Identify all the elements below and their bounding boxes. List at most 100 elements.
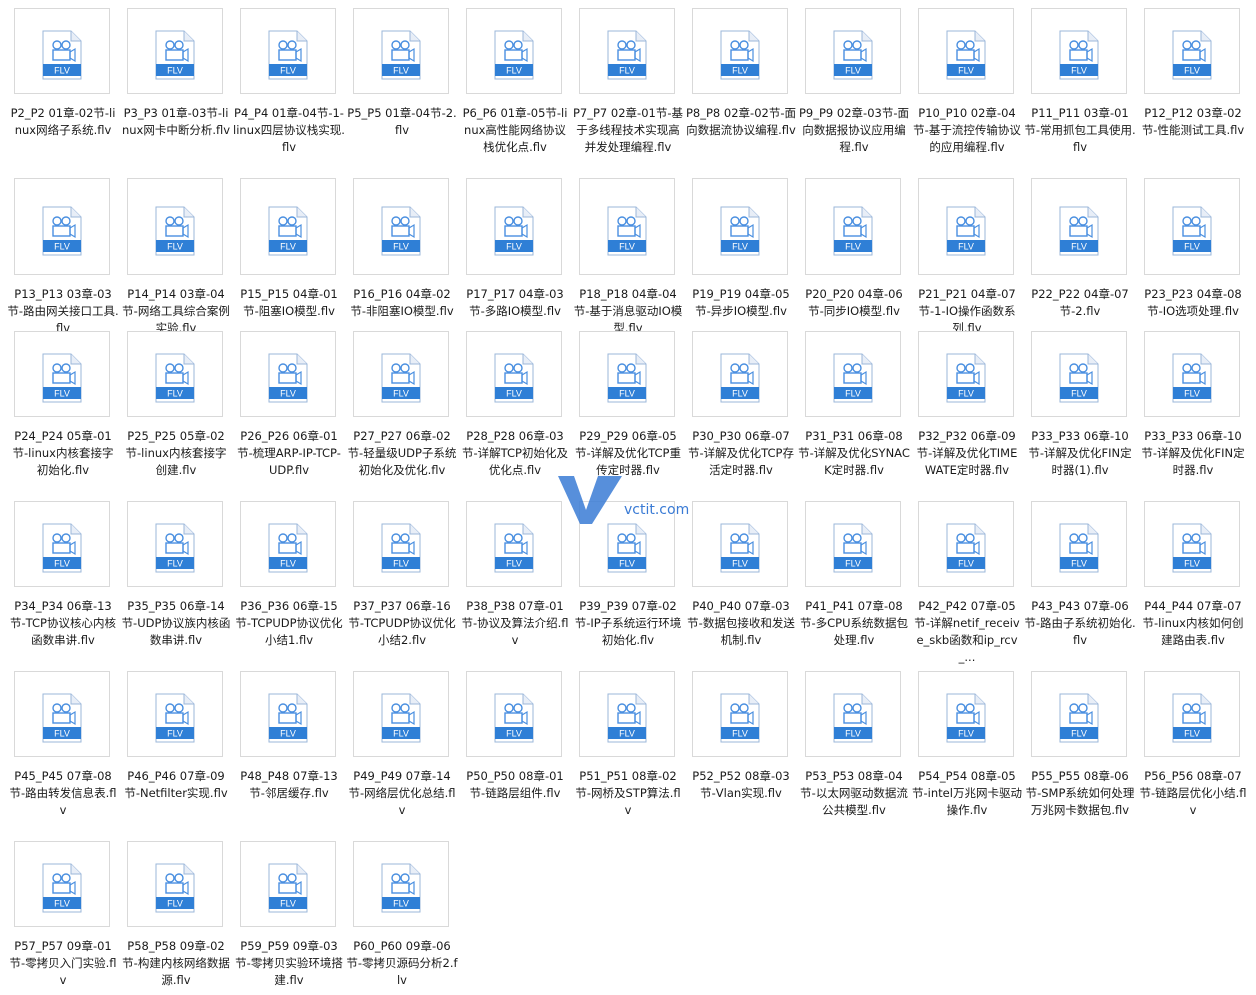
file-item[interactable]: FLV P33_P33 06章-10节-详解及优化FIN定时器(1).flv bbox=[1028, 331, 1132, 477]
file-item[interactable]: FLV P27_P27 06章-02节-轻量级UDP子系统初始化及优化.flv bbox=[348, 331, 456, 477]
flv-label: FLV bbox=[54, 559, 70, 569]
file-item[interactable]: FLV P25_P25 05章-02节-linux内核套接字创建.flv bbox=[126, 331, 226, 477]
file-item[interactable]: FLV P46_P46 07章-09节-Netfilter实现.flv bbox=[124, 671, 228, 800]
file-item[interactable]: FLV P38_P38 07章-01节-协议及算法介绍.flv bbox=[461, 501, 569, 647]
file-item[interactable]: FLV P58_P58 09章-02节-构建内核网络数据源.flv bbox=[122, 841, 230, 987]
file-item[interactable]: FLV P44_P44 07章-07节-linux内核如何创建路由表.flv bbox=[1143, 501, 1243, 647]
file-item[interactable]: FLV P52_P52 08章-03节-Vlan实现.flv bbox=[692, 671, 790, 800]
file-item[interactable]: FLV P28_P28 06章-03节-详解TCP初始化及优化点.flv bbox=[462, 331, 568, 477]
file-item[interactable]: FLV P51_P51 08章-02节-网桥及STP算法.flv bbox=[575, 671, 681, 817]
flv-label: FLV bbox=[54, 389, 70, 399]
flv-label: FLV bbox=[393, 559, 409, 569]
file-item[interactable]: FLV P22_P22 04章-07节-2.flv bbox=[1031, 178, 1129, 318]
file-name: P8_P8 02章-02节-面向数据流协议编程.flv bbox=[686, 106, 796, 137]
file-item[interactable]: FLV P43_P43 07章-06节-路由子系统初始化.flv bbox=[1024, 501, 1136, 647]
file-item[interactable]: FLV P40_P40 07章-03节-数据包接收和发送机制.flv bbox=[687, 501, 795, 647]
flv-label: FLV bbox=[280, 241, 296, 251]
file-item[interactable]: FLV P41_P41 07章-08节-多CPU系统数据包处理.flv bbox=[800, 501, 908, 647]
flv-label: FLV bbox=[732, 66, 748, 76]
flv-file-icon: FLV bbox=[720, 206, 760, 255]
file-name: P19_P19 04章-05节-异步IO模型.flv bbox=[692, 287, 790, 318]
file-item[interactable]: FLV P55_P55 08章-06节-SMP系统如何处理万兆网卡数据包.flv bbox=[1026, 671, 1134, 817]
file-item[interactable]: FLV P9_P9 02章-03节-面向数据报协议应用编程.flv bbox=[799, 8, 909, 154]
flv-label: FLV bbox=[167, 241, 183, 251]
file-item[interactable]: FLV P35_P35 06章-14节-UDP协议族内核函数串讲.flv bbox=[122, 501, 230, 647]
file-item[interactable]: FLV P49_P49 07章-14节-网络层优化总结.flv bbox=[348, 671, 456, 817]
file-name: P42_P42 07章-05节-详解netif_receive_skb函数和ip… bbox=[914, 599, 1020, 664]
flv-file-icon: FLV bbox=[155, 523, 195, 573]
file-item[interactable]: FLV P23_P23 04章-08节-IO选项处理.flv bbox=[1144, 178, 1242, 318]
flv-file-icon: FLV bbox=[607, 693, 647, 743]
file-item[interactable]: FLV P13_P13 03章-03节-路由网关接口工具.flv bbox=[7, 178, 119, 335]
flv-file-icon: FLV bbox=[946, 693, 986, 743]
file-item[interactable]: FLV P3_P3 01章-03节-linux网卡中断分析.flv bbox=[122, 8, 230, 137]
file-grid: FLV P2_P2 01章-02节-linux网络子系统.flv FLV P3_P3 … bbox=[0, 0, 1256, 995]
flv-label: FLV bbox=[280, 899, 296, 909]
file-name: P58_P58 09章-02节-构建内核网络数据源.flv bbox=[122, 939, 230, 987]
file-item[interactable]: FLV P19_P19 04章-05节-异步IO模型.flv bbox=[692, 178, 790, 318]
file-item[interactable]: FLV P32_P32 06章-09节-详解及优化TIMEWATE定时器.flv bbox=[917, 331, 1017, 477]
file-item[interactable]: FLV P2_P2 01章-02节-linux网络子系统.flv bbox=[11, 8, 115, 137]
file-item[interactable]: FLV P45_P45 07章-08节-路由转发信息表.flv bbox=[9, 671, 117, 817]
file-item[interactable]: FLV P33_P33 06章-10节-详解及优化FIN定时器.flv bbox=[1141, 331, 1245, 477]
file-item[interactable]: FLV P11_P11 03章-01节-常用抓包工具使用.flv bbox=[1024, 8, 1136, 154]
file-item[interactable]: FLV P34_P34 06章-13节-TCP协议核心内核函数串讲.flv bbox=[10, 501, 116, 647]
flv-file-icon: FLV bbox=[1059, 206, 1099, 255]
file-name: P43_P43 07章-06节-路由子系统初始化.flv bbox=[1024, 599, 1136, 647]
flv-file-icon: FLV bbox=[494, 353, 534, 403]
file-item[interactable]: FLV P37_P37 06章-16节-TCPUDP协议优化小结2.flv bbox=[348, 501, 456, 647]
file-item[interactable]: FLV P39_P39 07章-02节-IP子系统运行环境初始化.flv bbox=[575, 501, 681, 647]
file-item[interactable]: FLV P50_P50 08章-01节-链路层组件.flv bbox=[466, 671, 564, 800]
file-item[interactable]: FLV P5_P5 01章-04节-2.flv bbox=[347, 8, 457, 137]
file-item[interactable]: FLV P7_P7 02章-01节-基于多线程技术实现高并发处理编程.flv bbox=[573, 8, 683, 154]
file-item[interactable]: FLV P48_P48 07章-13节-邻居缓存.flv bbox=[240, 671, 338, 800]
file-item[interactable]: FLV P17_P17 04章-03节-多路IO模型.flv bbox=[466, 178, 564, 318]
flv-file-icon: FLV bbox=[42, 353, 82, 403]
file-item[interactable]: FLV P10_P10 02章-04节-基于流控传输协议的应用编程.flv bbox=[913, 8, 1021, 154]
file-item[interactable]: FLV P36_P36 06章-15节-TCPUDP协议优化小结1.flv bbox=[235, 501, 343, 647]
file-item[interactable]: FLV P15_P15 04章-01节-阻塞IO模型.flv bbox=[240, 178, 338, 318]
file-item[interactable]: FLV P31_P31 06章-08节-详解及优化SYNACK定时器.flv bbox=[798, 331, 910, 477]
file-item[interactable]: FLV P12_P12 03章-02节-性能测试工具.flv bbox=[1142, 8, 1244, 137]
file-item[interactable]: FLV P59_P59 09章-03节-零拷贝实验环境搭建.flv bbox=[235, 841, 343, 987]
file-item[interactable]: FLV P18_P18 04章-04节-基于消息驱动IO模型.flv bbox=[574, 178, 682, 335]
flv-file-icon: FLV bbox=[268, 693, 308, 743]
file-item[interactable]: FLV P4_P4 01章-04节-1-linux四层协议栈实现.flv bbox=[233, 8, 345, 154]
flv-label: FLV bbox=[167, 559, 183, 569]
file-item[interactable]: FLV P57_P57 09章-01节-零拷贝入门实验.flv bbox=[9, 841, 117, 987]
file-name: P30_P30 06章-07节-详解及优化TCP存活定时器.flv bbox=[688, 429, 794, 477]
flv-label: FLV bbox=[393, 241, 409, 251]
flv-file-icon: FLV bbox=[268, 523, 308, 573]
file-item[interactable]: FLV P8_P8 02章-02节-面向数据流协议编程.flv bbox=[686, 8, 796, 137]
file-item[interactable]: FLV P29_P29 06章-05节-详解及优化TCP重传定时器.flv bbox=[575, 331, 681, 477]
file-name: P23_P23 04章-08节-IO选项处理.flv bbox=[1144, 287, 1242, 318]
file-name: P15_P15 04章-01节-阻塞IO模型.flv bbox=[240, 287, 338, 318]
file-item[interactable]: FLV P14_P14 03章-04节-网络工具综合案例实验.flv bbox=[122, 178, 230, 335]
flv-file-icon: FLV bbox=[494, 693, 534, 743]
file-item[interactable]: FLV P54_P54 08章-05节-intel万兆网卡驱动操作.flv bbox=[912, 671, 1022, 817]
file-name: P39_P39 07章-02节-IP子系统运行环境初始化.flv bbox=[574, 599, 682, 647]
flv-file-icon: FLV bbox=[946, 30, 986, 80]
file-item[interactable]: FLV P26_P26 06章-01节-梳理ARP-IP-TCP-UDP.flv bbox=[237, 331, 341, 477]
file-item[interactable]: FLV P21_P21 04章-07节-1-IO操作函数系列.flv bbox=[918, 178, 1016, 335]
file-item[interactable]: FLV P6_P6 01章-05节-linux高性能网络协议栈优化点.flv bbox=[463, 8, 567, 154]
file-item[interactable]: FLV P56_P56 08章-07节-链路层优化小结.flv bbox=[1139, 671, 1247, 817]
file-name: P41_P41 07章-08节-多CPU系统数据包处理.flv bbox=[799, 599, 909, 647]
flv-file-icon: FLV bbox=[381, 206, 421, 255]
flv-label: FLV bbox=[506, 559, 522, 569]
file-item[interactable]: FLV P24_P24 05章-01节-linux内核套接字初始化.flv bbox=[13, 331, 113, 477]
file-item[interactable]: FLV P30_P30 06章-07节-详解及优化TCP存活定时器.flv bbox=[688, 331, 794, 477]
file-item[interactable]: FLV P42_P42 07章-05节-详解netif_receive_skb函数… bbox=[914, 501, 1020, 664]
file-name: P24_P24 05章-01节-linux内核套接字初始化.flv bbox=[12, 429, 114, 477]
file-name: P21_P21 04章-07节-1-IO操作函数系列.flv bbox=[918, 287, 1016, 335]
file-item[interactable]: FLV P16_P16 04章-02节-非阻塞IO模型.flv bbox=[350, 178, 454, 318]
file-name: P33_P33 06章-10节-详解及优化FIN定时器(1).flv bbox=[1028, 429, 1132, 477]
file-item[interactable]: FLV P20_P20 04章-06节-同步IO模型.flv bbox=[805, 178, 903, 318]
file-item[interactable]: FLV P60_P60 09章-06节-零拷贝源码分析2.flv bbox=[346, 841, 458, 987]
file-name: P18_P18 04章-04节-基于消息驱动IO模型.flv bbox=[573, 287, 683, 335]
file-name: P51_P51 08章-02节-网桥及STP算法.flv bbox=[575, 769, 681, 817]
file-name: P49_P49 07章-14节-网络层优化总结.flv bbox=[348, 769, 456, 817]
file-name: P4_P4 01章-04节-1-linux四层协议栈实现.flv bbox=[233, 106, 345, 154]
flv-file-icon: FLV bbox=[381, 353, 421, 403]
file-item[interactable]: FLV P53_P53 08章-04节-以太网驱动数据流公共模型.flv bbox=[800, 671, 908, 817]
